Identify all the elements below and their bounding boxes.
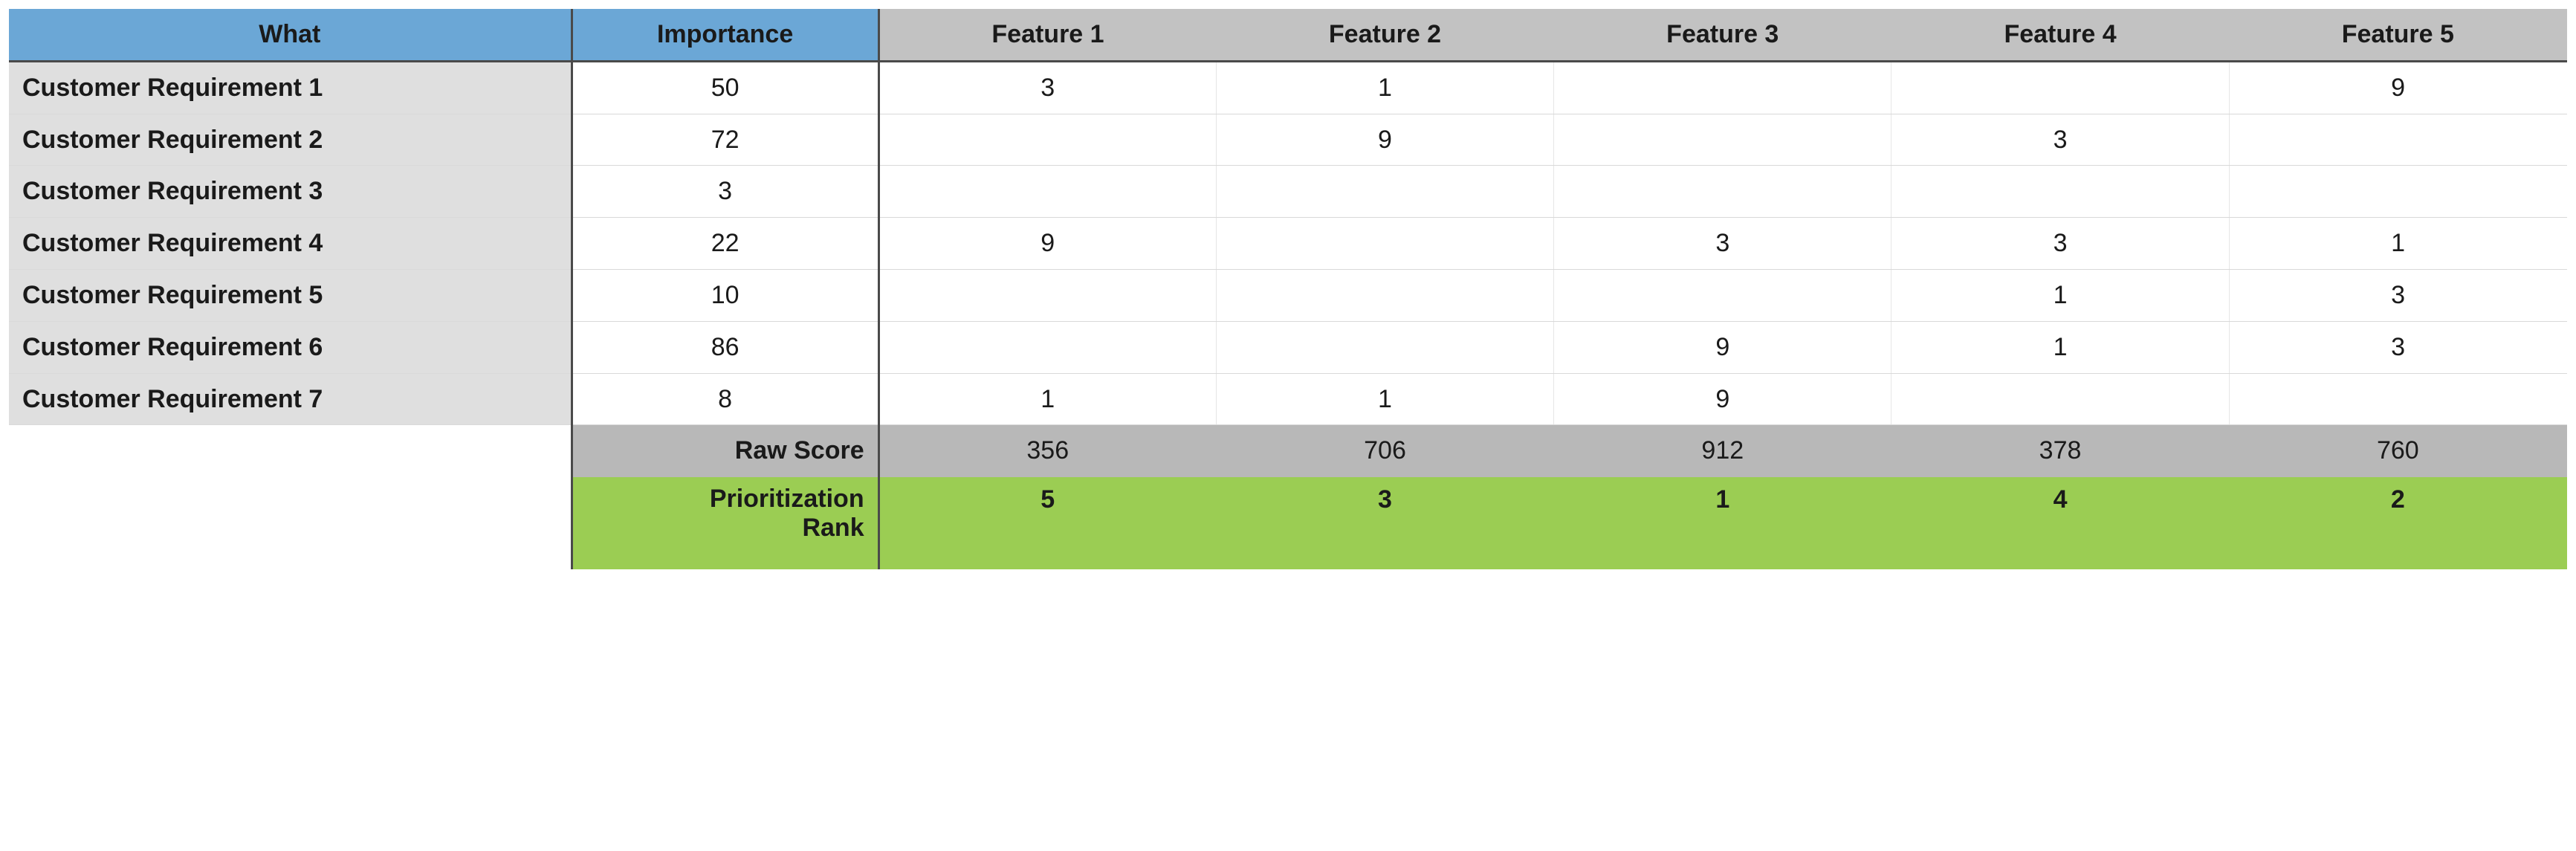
rank-cell: 2 — [2229, 477, 2566, 570]
rank-label: PrioritizationRank — [572, 477, 878, 570]
score-cell — [1891, 61, 2229, 114]
requirement-label: Customer Requirement 3 — [9, 166, 572, 218]
score-cell: 9 — [878, 218, 1216, 270]
qfd-matrix-table: What Importance Feature 1 Feature 2 Feat… — [9, 9, 2567, 569]
requirement-label: Customer Requirement 5 — [9, 269, 572, 321]
rank-cell: 5 — [878, 477, 1216, 570]
table-row: Customer Requirement 5 10 1 3 — [9, 269, 2567, 321]
score-cell: 1 — [1216, 61, 1553, 114]
header-feature-2: Feature 2 — [1216, 9, 1553, 61]
raw-score-cell: 760 — [2229, 425, 2566, 477]
raw-score-label: Raw Score — [572, 425, 878, 477]
table-row: Customer Requirement 4 22 9 3 3 1 — [9, 218, 2567, 270]
score-cell: 1 — [1216, 373, 1553, 425]
header-feature-1: Feature 1 — [878, 9, 1216, 61]
score-cell: 9 — [1554, 321, 1891, 373]
score-cell: 3 — [2229, 269, 2566, 321]
score-cell: 9 — [1554, 373, 1891, 425]
table-row: Customer Requirement 2 72 9 3 — [9, 114, 2567, 166]
score-cell — [1216, 321, 1553, 373]
header-what: What — [9, 9, 572, 61]
table-row: Customer Requirement 7 8 1 1 9 — [9, 373, 2567, 425]
blank-cell — [9, 425, 572, 477]
rank-cell: 3 — [1216, 477, 1553, 570]
header-row: What Importance Feature 1 Feature 2 Feat… — [9, 9, 2567, 61]
raw-score-row: Raw Score 356 706 912 378 760 — [9, 425, 2567, 477]
score-cell: 3 — [1891, 114, 2229, 166]
score-cell: 1 — [1891, 321, 2229, 373]
score-cell — [878, 166, 1216, 218]
score-cell: 3 — [1891, 218, 2229, 270]
importance-cell: 72 — [572, 114, 878, 166]
score-cell — [878, 269, 1216, 321]
score-cell: 9 — [1216, 114, 1553, 166]
raw-score-cell: 356 — [878, 425, 1216, 477]
importance-cell: 86 — [572, 321, 878, 373]
importance-cell: 8 — [572, 373, 878, 425]
score-cell — [1216, 218, 1553, 270]
table-row: Customer Requirement 3 3 — [9, 166, 2567, 218]
score-cell — [878, 321, 1216, 373]
score-cell: 3 — [878, 61, 1216, 114]
header-importance: Importance — [572, 9, 878, 61]
blank-cell — [9, 477, 572, 570]
score-cell: 3 — [2229, 321, 2566, 373]
score-cell — [1891, 166, 2229, 218]
rank-cell: 4 — [1891, 477, 2229, 570]
score-cell — [1554, 166, 1891, 218]
score-cell: 1 — [2229, 218, 2566, 270]
header-feature-5: Feature 5 — [2229, 9, 2566, 61]
requirement-label: Customer Requirement 4 — [9, 218, 572, 270]
prioritization-rank-row: PrioritizationRank 5 3 1 4 2 — [9, 477, 2567, 570]
score-cell: 9 — [2229, 61, 2566, 114]
requirement-label: Customer Requirement 2 — [9, 114, 572, 166]
table-row: Customer Requirement 6 86 9 1 3 — [9, 321, 2567, 373]
importance-cell: 22 — [572, 218, 878, 270]
importance-cell: 50 — [572, 61, 878, 114]
requirement-label: Customer Requirement 6 — [9, 321, 572, 373]
rank-cell: 1 — [1554, 477, 1891, 570]
requirement-label: Customer Requirement 1 — [9, 61, 572, 114]
header-feature-3: Feature 3 — [1554, 9, 1891, 61]
score-cell — [2229, 114, 2566, 166]
score-cell — [1216, 166, 1553, 218]
requirement-label: Customer Requirement 7 — [9, 373, 572, 425]
score-cell — [1554, 114, 1891, 166]
raw-score-cell: 706 — [1216, 425, 1553, 477]
score-cell — [1554, 269, 1891, 321]
score-cell: 3 — [1554, 218, 1891, 270]
score-cell — [2229, 166, 2566, 218]
importance-cell: 10 — [572, 269, 878, 321]
score-cell: 1 — [1891, 269, 2229, 321]
header-feature-4: Feature 4 — [1891, 9, 2229, 61]
score-cell — [1554, 61, 1891, 114]
score-cell: 1 — [878, 373, 1216, 425]
table-row: Customer Requirement 1 50 3 1 9 — [9, 61, 2567, 114]
raw-score-cell: 378 — [1891, 425, 2229, 477]
raw-score-cell: 912 — [1554, 425, 1891, 477]
score-cell — [1216, 269, 1553, 321]
score-cell — [1891, 373, 2229, 425]
score-cell — [878, 114, 1216, 166]
score-cell — [2229, 373, 2566, 425]
importance-cell: 3 — [572, 166, 878, 218]
